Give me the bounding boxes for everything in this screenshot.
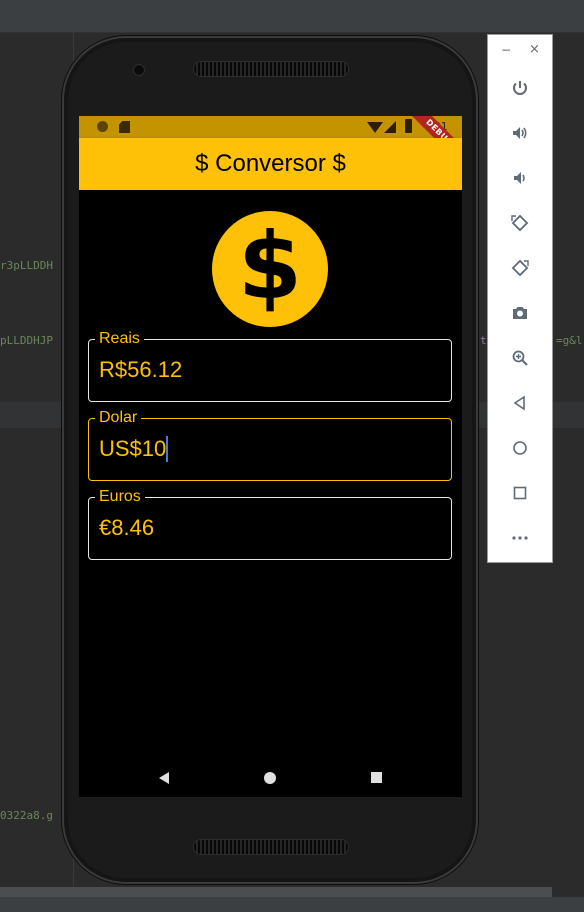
bottom-speaker-grille bbox=[194, 840, 348, 854]
volume-down-icon bbox=[514, 172, 525, 184]
code-fragment: pLLDDHJP bbox=[0, 334, 53, 347]
device-screen: 4:31 DEBUG $ Conversor $ $ Reais R$56.12… bbox=[79, 116, 462, 797]
zoom-button[interactable] bbox=[505, 343, 535, 373]
minimize-button[interactable]: − bbox=[501, 43, 511, 57]
code-fragment: r3pLLDDH bbox=[0, 259, 53, 272]
rotate-left-button[interactable] bbox=[505, 208, 535, 238]
overview-button[interactable] bbox=[505, 478, 535, 508]
rotate-right-icon bbox=[511, 259, 529, 277]
overview-icon bbox=[513, 486, 527, 500]
dolar-input[interactable]: Dolar US$10 bbox=[88, 409, 452, 481]
top-speaker-grille bbox=[194, 62, 348, 76]
volume-up-icon bbox=[513, 127, 527, 139]
code-fragment: 0322a8.g bbox=[0, 809, 53, 822]
euros-input[interactable]: Euros €8.46 bbox=[88, 488, 452, 560]
dollar-sign-icon: $ bbox=[212, 211, 328, 327]
notification-dot-icon bbox=[97, 121, 108, 132]
rotate-right-button[interactable] bbox=[505, 253, 535, 283]
close-button[interactable]: × bbox=[529, 42, 540, 57]
status-bar: 4:31 DEBUG bbox=[79, 116, 462, 170]
ide-horizontal-scrollbar[interactable] bbox=[0, 887, 552, 897]
volume-down-button[interactable] bbox=[505, 163, 535, 193]
code-fragment: =g&l bbox=[556, 334, 583, 347]
emulator-device-frame: 4:31 DEBUG $ Conversor $ $ Reais R$56.12… bbox=[62, 36, 478, 884]
home-icon bbox=[513, 441, 527, 455]
euros-label: Euros bbox=[95, 488, 145, 506]
reais-label: Reais bbox=[95, 330, 144, 348]
text-cursor bbox=[166, 436, 169, 462]
emulator-toolbar: − × bbox=[487, 34, 553, 563]
front-camera bbox=[134, 65, 144, 75]
screenshot-button[interactable] bbox=[505, 298, 535, 328]
sd-card-icon bbox=[119, 121, 130, 133]
power-button[interactable] bbox=[505, 73, 535, 103]
back-button[interactable] bbox=[505, 388, 535, 418]
page-title: $ Conversor $ bbox=[195, 150, 346, 177]
camera-icon bbox=[513, 307, 527, 319]
reais-value: R$56.12 bbox=[99, 357, 183, 382]
reais-input[interactable]: Reais R$56.12 bbox=[88, 330, 452, 402]
nav-home-icon[interactable] bbox=[264, 772, 276, 784]
ide-status-bar bbox=[0, 897, 584, 912]
rotate-left-icon bbox=[511, 214, 529, 232]
ide-toolbar bbox=[0, 0, 584, 33]
code-fragment: t bbox=[480, 334, 487, 347]
more-button[interactable] bbox=[505, 523, 535, 553]
battery-icon bbox=[405, 119, 412, 133]
wifi-icon bbox=[367, 122, 383, 133]
dolar-value: US$10 bbox=[99, 436, 167, 461]
system-nav-bar bbox=[79, 757, 462, 797]
home-button[interactable] bbox=[505, 433, 535, 463]
euros-value: €8.46 bbox=[99, 515, 155, 540]
power-icon bbox=[513, 81, 527, 95]
more-icon bbox=[512, 536, 528, 540]
dolar-label: Dolar bbox=[95, 409, 142, 427]
zoom-icon bbox=[512, 350, 528, 366]
app-bar: $ Conversor $ bbox=[79, 138, 462, 190]
nav-recents-icon[interactable] bbox=[371, 772, 382, 783]
volume-up-button[interactable] bbox=[505, 118, 535, 148]
signal-icon bbox=[384, 121, 396, 133]
back-icon bbox=[513, 395, 525, 411]
nav-back-icon[interactable] bbox=[159, 772, 169, 784]
